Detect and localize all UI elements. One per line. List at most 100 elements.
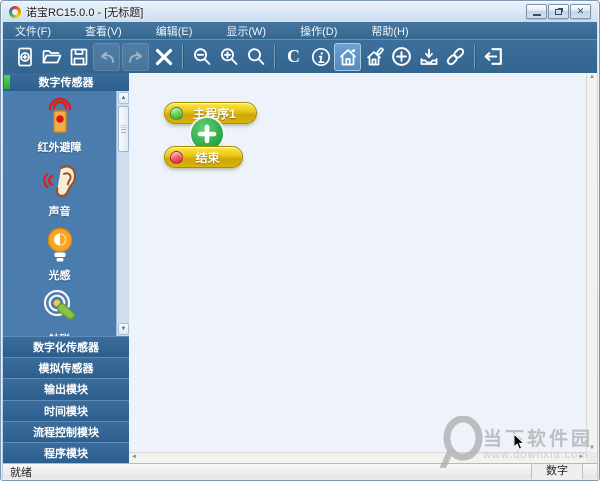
redo-button[interactable] <box>122 42 149 71</box>
scrollbar-corner <box>586 452 597 463</box>
main-area: 数字传感器 红外避障 声音 光感 ▲ ▼ 数字化传感器 模拟传感器 输出模块 时… <box>3 73 597 464</box>
sidebar-category-time[interactable]: 时间模块 <box>3 400 129 421</box>
minimize-icon <box>532 13 541 16</box>
sidebar-category-output[interactable]: 输出模块 <box>3 379 129 400</box>
link-icon <box>446 47 465 66</box>
sidebar-category-flow-control[interactable]: 流程控制模块 <box>3 421 129 442</box>
undo-button[interactable] <box>93 42 120 71</box>
menu-view[interactable]: 查看(V) <box>85 23 122 39</box>
toolbar-separator <box>474 44 475 69</box>
sensor-label: 声音 <box>48 206 71 218</box>
open-folder-icon <box>42 49 61 63</box>
sidebar: 数字传感器 红外避障 声音 光感 ▲ ▼ 数字化传感器 模拟传感器 输出模块 时… <box>3 73 129 464</box>
infrared-sensor-icon <box>48 97 71 133</box>
link-button[interactable] <box>442 43 469 71</box>
mouse-cursor <box>513 432 526 456</box>
undo-icon <box>100 51 114 63</box>
sidebar-category-label: 数字传感器 <box>38 77 94 89</box>
resize-grip[interactable] <box>583 464 597 479</box>
toolbar-separator <box>182 44 183 69</box>
home-edit-icon <box>366 46 384 65</box>
menu-help[interactable]: 帮助(H) <box>371 23 408 39</box>
save-button[interactable] <box>65 43 92 71</box>
sensor-list: 红外避障 声音 光感 <box>3 91 116 336</box>
delete-icon <box>155 48 172 65</box>
zoom-icon <box>247 47 264 65</box>
save-icon <box>70 48 87 65</box>
status-message: 就绪 <box>10 466 32 479</box>
sensor-label: 红外避障 <box>37 142 82 154</box>
sidebar-category-digital-active[interactable]: 数字传感器 <box>3 73 129 91</box>
plus-icon <box>197 124 217 144</box>
scroll-down-arrow[interactable]: ▼ <box>118 323 129 335</box>
close-icon: ✕ <box>576 6 585 16</box>
sensor-label: 光感 <box>48 270 71 282</box>
title-bar[interactable]: 诺宝RC15.0.0 - [无标题] ✕ <box>1 1 599 22</box>
end-dot-icon <box>170 150 183 164</box>
app-logo-icon <box>9 5 21 18</box>
category-label: 数字化传感器 <box>33 342 99 355</box>
sound-sensor-icon <box>42 165 76 198</box>
home-icon <box>339 48 356 65</box>
block-end[interactable]: 结束 <box>164 146 243 168</box>
sensor-panel-scrollbar[interactable]: ▲ ▼ <box>116 91 129 336</box>
menu-file[interactable]: 文件(F) <box>15 23 51 39</box>
status-bar: 就绪 数字 <box>3 463 597 479</box>
new-file-button[interactable] <box>11 43 38 71</box>
zoom-reset-button[interactable] <box>242 43 269 71</box>
info-icon <box>311 47 330 66</box>
restore-button[interactable] <box>548 4 569 19</box>
window-title: 诺宝RC15.0.0 - [无标题] <box>26 6 144 19</box>
active-category-indicator <box>4 75 10 89</box>
scroll-up-arrow[interactable]: ▲ <box>118 92 129 104</box>
program-canvas[interactable]: 主程序1 结束 ▲ ▼ ◄ ► <box>129 73 597 463</box>
light-sensor-icon <box>47 227 72 262</box>
scroll-up-arrow[interactable]: ▲ <box>587 74 597 80</box>
zoom-out-button[interactable] <box>188 43 215 71</box>
zoom-in-button[interactable] <box>215 43 242 71</box>
sidebar-category-analog[interactable]: 模拟传感器 <box>3 358 129 379</box>
exit-button[interactable] <box>480 43 507 71</box>
compile-button[interactable]: C <box>280 43 307 71</box>
sensor-item-light[interactable]: 光感 <box>3 224 116 283</box>
zoom-in-icon <box>220 47 237 65</box>
exit-icon <box>484 48 502 65</box>
menu-operate[interactable]: 操作(D) <box>300 23 337 39</box>
menu-display[interactable]: 显示(W) <box>226 23 266 39</box>
scroll-left-arrow[interactable]: ◄ <box>131 454 137 460</box>
download-button[interactable] <box>415 43 442 71</box>
status-mode: 数字 <box>531 464 583 479</box>
home-button[interactable] <box>334 42 361 71</box>
sensor-item-touch[interactable]: 触碰 <box>3 288 116 336</box>
sensor-item-sound[interactable]: 声音 <box>3 160 116 219</box>
home-edit-button[interactable] <box>361 43 388 71</box>
sensor-panel: 红外避障 声音 光感 ▲ ▼ <box>3 91 129 337</box>
sensor-item-infrared[interactable]: 红外避障 <box>3 96 116 155</box>
close-button[interactable]: ✕ <box>570 4 591 19</box>
category-label: 流程控制模块 <box>33 426 99 439</box>
restore-icon <box>555 9 562 15</box>
zoom-out-icon <box>193 47 210 65</box>
category-label: 模拟传感器 <box>38 363 94 376</box>
sidebar-category-program[interactable]: 程序模块 <box>3 442 129 464</box>
scrollbar-thumb[interactable] <box>118 106 129 152</box>
minimize-button[interactable] <box>526 4 547 19</box>
toolbar-separator <box>274 44 275 69</box>
touch-sensor-icon <box>43 289 75 320</box>
sensor-label: 触碰 <box>49 331 71 336</box>
toolbar: C <box>3 39 597 73</box>
new-file-icon <box>17 47 32 66</box>
category-label: 时间模块 <box>44 405 88 418</box>
app-window: 诺宝RC15.0.0 - [无标题] ✕ 文件(F) 查看(V) 编辑(E) 显… <box>0 0 600 481</box>
menu-edit[interactable]: 编辑(E) <box>156 23 193 39</box>
category-label: 程序模块 <box>44 447 88 460</box>
add-target-button[interactable] <box>388 43 415 71</box>
delete-button[interactable] <box>150 43 177 71</box>
info-button[interactable] <box>307 43 334 71</box>
canvas-vertical-scrollbar[interactable]: ▲ ▼ <box>586 73 597 452</box>
window-controls: ✕ <box>525 4 591 19</box>
scroll-down-arrow[interactable]: ▼ <box>587 445 597 451</box>
open-button[interactable] <box>38 43 65 71</box>
scroll-right-arrow[interactable]: ► <box>578 454 584 460</box>
sidebar-category-digitized[interactable]: 数字化传感器 <box>3 337 129 358</box>
